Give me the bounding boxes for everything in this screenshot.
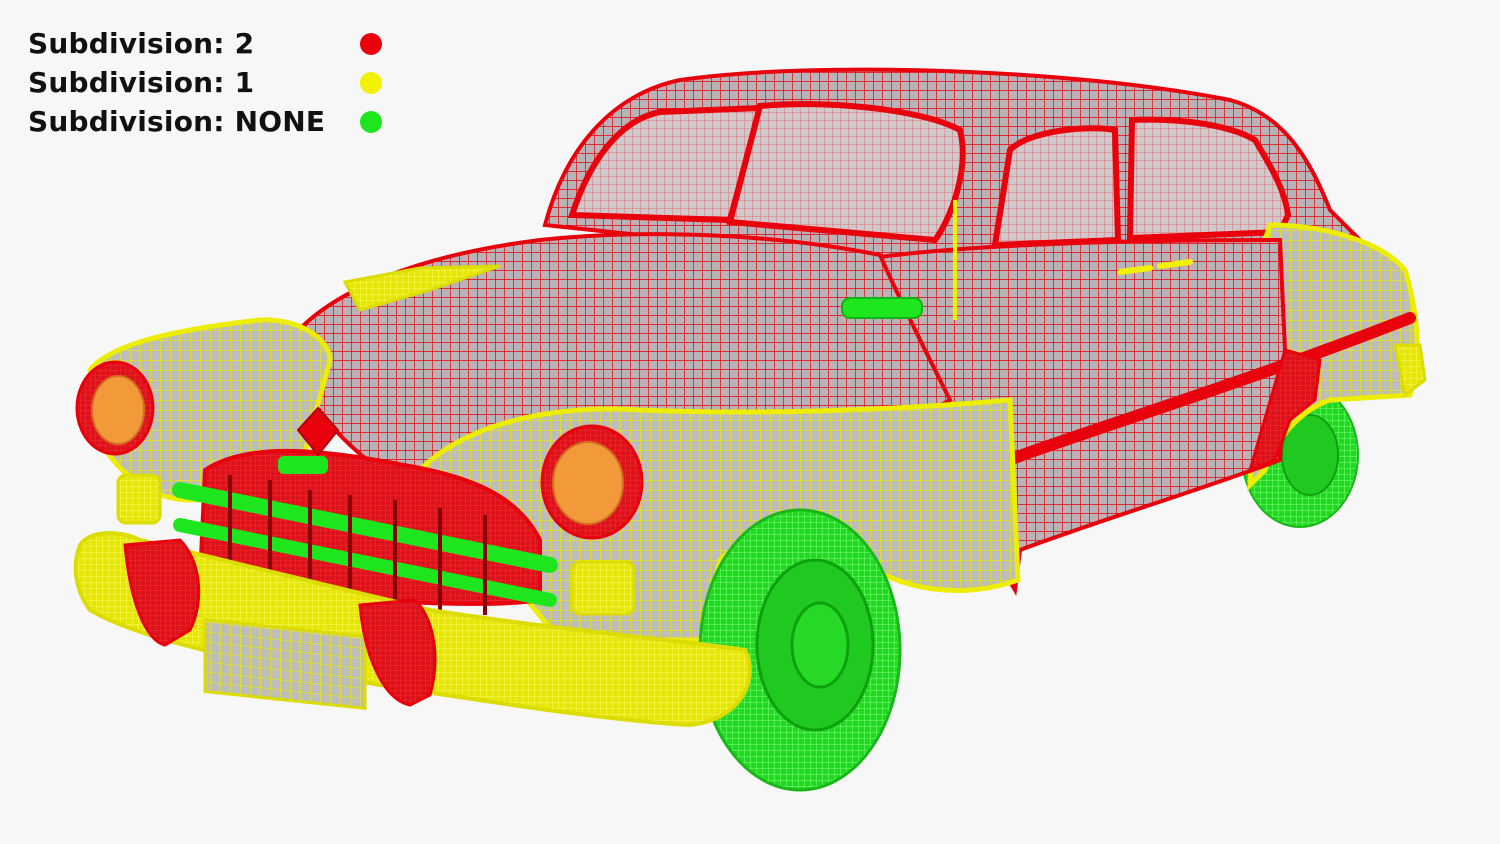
- legend-color-dot: [360, 71, 382, 94]
- legend-color-dot: [360, 32, 382, 55]
- legend-label: Subdivision: 1: [28, 66, 255, 99]
- legend-row: Subdivision: 2: [28, 24, 382, 63]
- legend-label: Subdivision: 2: [28, 27, 255, 60]
- subdivision-legend: Subdivision: 2 Subdivision: 1 Subdivisio…: [28, 24, 382, 141]
- legend-row: Subdivision: NONE: [28, 102, 382, 141]
- hood-badge: [278, 456, 328, 474]
- license-plate: [203, 617, 367, 711]
- windshield-right: [726, 101, 966, 244]
- right-bumper-guard: [358, 598, 437, 707]
- left-headlight: [75, 360, 155, 456]
- legend-row: Subdivision: 1: [28, 63, 382, 102]
- left-fog-light: [116, 473, 162, 525]
- right-headlight: [540, 424, 644, 540]
- front-side-window: [991, 125, 1122, 249]
- right-fog-light: [570, 560, 636, 616]
- legend-label: Subdivision: NONE: [28, 105, 326, 138]
- legend-color-dot: [360, 110, 382, 133]
- side-badge: [841, 297, 923, 319]
